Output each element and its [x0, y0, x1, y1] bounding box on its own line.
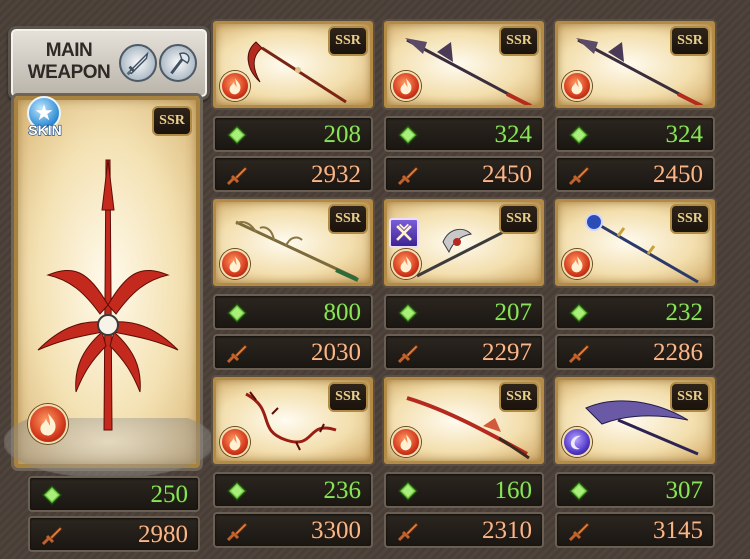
hp-gem-icon [41, 484, 63, 506]
ssr-badge: SSR [152, 106, 192, 136]
weapon-card[interactable]: SSR [555, 377, 715, 464]
skin-badge[interactable]: ★ SKIN [22, 96, 68, 148]
crossed-swords-skill-icon [389, 218, 419, 248]
atk-sword-icon [226, 166, 248, 186]
main-weapon-hp-value: 250 [150, 481, 189, 508]
ssr-badge: SSR [499, 382, 539, 412]
hp-gem-icon [568, 124, 590, 146]
weapon-atk-row: 2310 [384, 512, 544, 548]
fire-element-icon [391, 71, 421, 101]
fire-element-icon [391, 427, 421, 457]
atk-sword-icon [397, 166, 419, 186]
ssr-badge: SSR [499, 204, 539, 234]
weapon-card[interactable]: SSR [384, 199, 544, 286]
atk-sword-icon [568, 166, 590, 186]
main-weapon-atk-row: 2980 [28, 516, 200, 552]
main-weapon-title-line1: MAIN [45, 40, 93, 61]
atk-sword-icon [397, 344, 419, 364]
fire-element-icon [562, 249, 592, 279]
hp-gem-icon [397, 302, 419, 324]
weapon-hp-row: 236 [213, 472, 373, 508]
fire-element-icon [28, 404, 68, 444]
main-weapon-title: MAIN WEAPON [21, 40, 117, 84]
weapon-atk-value: 3145 [653, 517, 703, 544]
ssr-badge: SSR [328, 204, 368, 234]
main-weapon-header: MAIN WEAPON [8, 26, 210, 100]
ssr-badge: SSR [328, 382, 368, 412]
main-weapon-atk-value: 2980 [138, 521, 188, 548]
ssr-badge: SSR [670, 204, 710, 234]
atk-sword-icon [397, 522, 419, 542]
main-weapon-title-line2: WEAPON [27, 62, 111, 83]
weapon-hp-value: 236 [323, 477, 362, 504]
hp-gem-icon [397, 124, 419, 146]
weapon-hp-value: 324 [494, 121, 533, 148]
atk-sword-icon [41, 526, 63, 546]
main-weapon-hp-row: 250 [28, 476, 200, 512]
weapon-hp-value: 207 [494, 299, 533, 326]
weapon-hp-row: 324 [384, 116, 544, 152]
weapon-atk-value: 3300 [311, 517, 361, 544]
weapon-hp-row: 324 [555, 116, 715, 152]
hp-gem-icon [226, 480, 248, 502]
weapon-atk-row: 2286 [555, 334, 715, 370]
weapon-hp-row: 207 [384, 294, 544, 330]
weapon-atk-row: 2450 [555, 156, 715, 192]
skin-label: SKIN [28, 121, 63, 138]
weapon-card[interactable]: SSR [555, 199, 715, 286]
weapon-card[interactable]: SSR [213, 199, 373, 286]
weapon-card[interactable]: SSR [213, 377, 373, 464]
weapon-atk-value: 2932 [311, 161, 361, 188]
weapon-atk-row: 2030 [213, 334, 373, 370]
weapon-card[interactable]: SSR [213, 21, 373, 108]
weapon-hp-row: 160 [384, 472, 544, 508]
weapon-hp-row: 307 [555, 472, 715, 508]
weapon-atk-value: 2030 [311, 339, 361, 366]
weapon-atk-value: 2450 [653, 161, 703, 188]
weapon-card[interactable]: SSR [555, 21, 715, 108]
weapon-atk-row: 3145 [555, 512, 715, 548]
dark-element-icon [562, 427, 592, 457]
fire-element-icon [391, 249, 421, 279]
sword-slot-icon[interactable] [119, 44, 157, 82]
ssr-badge: SSR [499, 26, 539, 56]
atk-sword-icon [226, 522, 248, 542]
weapon-card[interactable]: SSR [384, 21, 544, 108]
atk-sword-icon [568, 344, 590, 364]
weapon-atk-row: 2450 [384, 156, 544, 192]
fire-element-icon [562, 71, 592, 101]
weapon-hp-value: 800 [323, 299, 362, 326]
hp-gem-icon [568, 302, 590, 324]
atk-sword-icon [226, 344, 248, 364]
hp-gem-icon [568, 480, 590, 502]
fire-element-icon [220, 249, 250, 279]
weapon-hp-row: 208 [213, 116, 373, 152]
fire-element-icon [220, 71, 250, 101]
weapon-hp-value: 208 [323, 121, 362, 148]
weapon-hp-value: 324 [665, 121, 704, 148]
ssr-badge: SSR [670, 382, 710, 412]
weapon-atk-row: 2932 [213, 156, 373, 192]
hp-gem-icon [397, 480, 419, 502]
weapon-atk-value: 2297 [482, 339, 532, 366]
weapon-atk-row: 3300 [213, 512, 373, 548]
fire-element-icon [220, 427, 250, 457]
weapon-atk-value: 2286 [653, 339, 703, 366]
ssr-badge: SSR [670, 26, 710, 56]
atk-sword-icon [568, 522, 590, 542]
weapon-atk-value: 2450 [482, 161, 532, 188]
weapon-hp-value: 307 [665, 477, 704, 504]
ssr-badge: SSR [328, 26, 368, 56]
weapon-hp-row: 232 [555, 294, 715, 330]
weapon-hp-value: 160 [494, 477, 533, 504]
weapon-hp-row: 800 [213, 294, 373, 330]
hp-gem-icon [226, 124, 248, 146]
weapon-atk-row: 2297 [384, 334, 544, 370]
weapon-card[interactable]: SSR [384, 377, 544, 464]
weapon-hp-value: 232 [665, 299, 704, 326]
axe-slot-icon[interactable] [159, 44, 197, 82]
hp-gem-icon [226, 302, 248, 324]
main-weapon-card[interactable]: SSR [4, 96, 214, 478]
weapon-atk-value: 2310 [482, 517, 532, 544]
